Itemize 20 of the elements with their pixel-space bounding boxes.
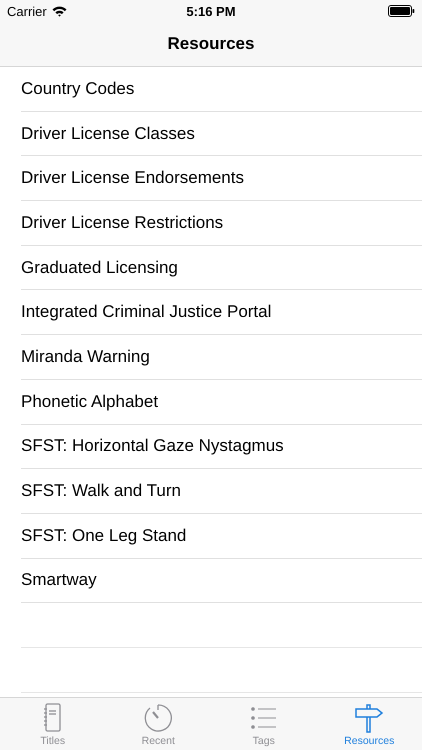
resource-item[interactable]: Driver License Endorsements [21,168,244,188]
resource-item[interactable]: SFST: Horizontal Gaze Nystagmus [21,436,284,456]
resource-item[interactable]: Driver License Classes [21,124,195,144]
resource-item[interactable]: Country Codes [21,78,134,99]
signpost-icon [353,703,386,733]
resource-item[interactable]: Phonetic Alphabet [21,392,158,412]
tab-bar-item[interactable]: Resources [316,698,422,750]
timer-icon [142,703,174,733]
resource-item[interactable]: Driver License Restrictions [21,212,224,233]
wifi-icon [52,6,67,16]
resource-item[interactable]: SFST: Walk and Turn [21,481,181,502]
resource-item[interactable]: Graduated Licensing [21,258,178,278]
resource-item[interactable]: Miranda Warning [21,346,150,367]
resource-item[interactable]: SFST: One Leg Stand [21,526,186,546]
status-time: 5:16 PM [186,4,236,18]
nav-title: Resources [168,34,254,54]
carrier-label: Carrier [7,4,47,18]
resource-item[interactable]: Integrated Criminal Justice Portal [21,302,272,322]
resource-item[interactable]: Smartway [21,570,97,590]
battery-icon [388,5,415,17]
